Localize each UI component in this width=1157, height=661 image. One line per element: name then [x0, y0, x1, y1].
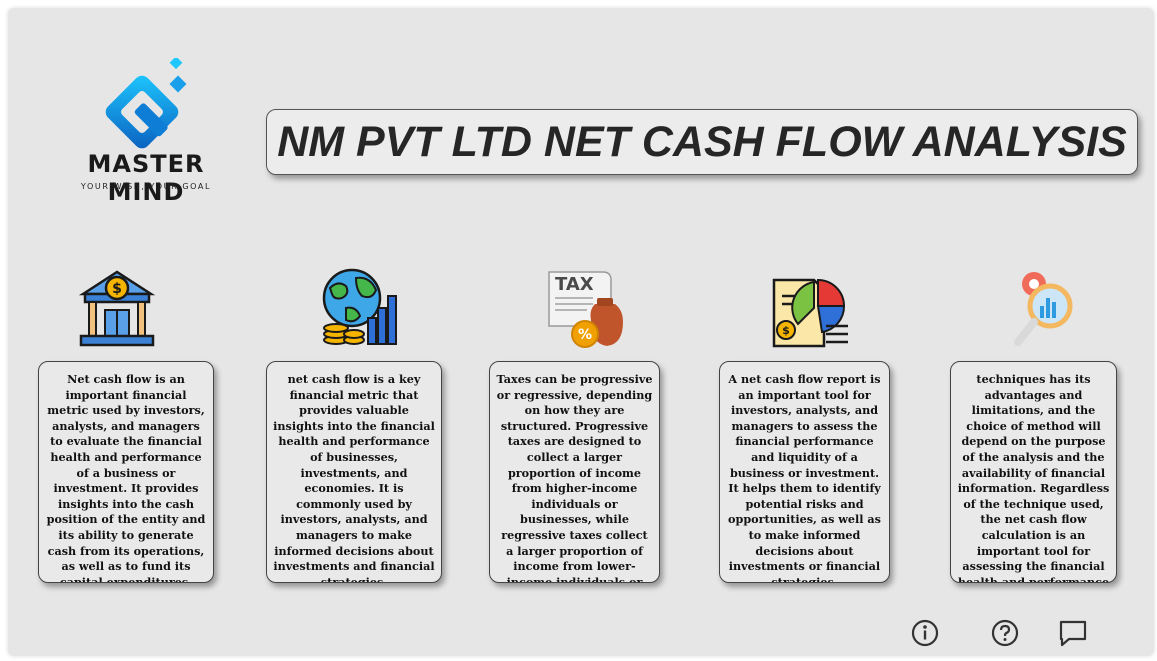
card-taxes: Taxes can be progressive or regressive, … [489, 361, 660, 583]
financial-report-icon: $ [772, 278, 848, 348]
card-net-cash-flow-definition: Net cash flow is an important financial … [38, 361, 214, 583]
title-banner: NM PVT LTD NET CASH FLOW ANALYSIS [266, 109, 1138, 175]
report-canvas: MASTER MIND YOUR WISH, YOUR GOAL NM PVT … [8, 8, 1154, 656]
page-title: NM PVT LTD NET CASH FLOW ANALYSIS [277, 117, 1127, 166]
bank-dollar-icon: $ [78, 270, 156, 347]
card-net-cash-flow-report: A net cash flow report is an important t… [719, 361, 890, 583]
brand-name: MASTER MIND [87, 150, 205, 206]
globe-growth-icon [322, 268, 397, 345]
tax-document-icon: TAX % [548, 271, 623, 348]
svg-text:$: $ [112, 281, 122, 297]
card-net-cash-flow-metric: net cash flow is a key financial metric … [266, 361, 442, 583]
svg-text:$: $ [782, 324, 790, 337]
brand-logo: MASTER MIND YOUR WISH, YOUR GOAL [56, 58, 236, 208]
analysis-magnifier-icon [1014, 272, 1073, 346]
comment-icon[interactable] [1058, 618, 1088, 648]
master-mind-logo-icon [105, 58, 187, 149]
svg-text:%: % [578, 327, 592, 343]
card-techniques: techniques has its advantages and limita… [950, 361, 1117, 583]
info-icon[interactable] [910, 618, 940, 648]
svg-text:TAX: TAX [555, 274, 594, 295]
help-icon[interactable] [990, 618, 1020, 648]
brand-tagline: YOUR WISH, YOUR GOAL [80, 182, 212, 191]
